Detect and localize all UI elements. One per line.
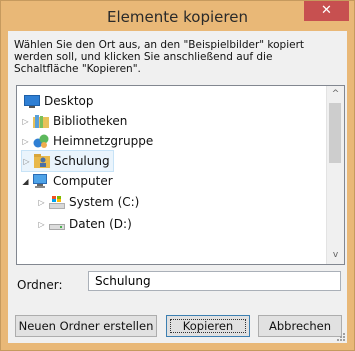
scroll-down-icon[interactable]: v xyxy=(327,247,344,264)
new-folder-button[interactable]: Neuen Ordner erstellen xyxy=(15,315,157,337)
tree-item-daten-d[interactable]: ▷ Daten (D:) xyxy=(37,214,132,234)
expand-arrow-icon[interactable]: ▷ xyxy=(21,117,30,126)
expand-arrow-icon[interactable]: ▷ xyxy=(37,198,46,207)
close-button[interactable]: ✕ xyxy=(304,1,349,21)
tree-item-label: Heimnetzgruppe xyxy=(53,134,154,148)
instruction-text: Wählen Sie den Ort aus, an den "Beispiel… xyxy=(14,39,305,75)
folder-label: Ordner: xyxy=(17,278,63,292)
libraries-icon xyxy=(32,114,50,128)
tree-item-label: Bibliotheken xyxy=(53,114,128,128)
tree-item-desktop[interactable]: Desktop xyxy=(21,91,94,111)
desktop-icon xyxy=(23,94,41,108)
copy-items-dialog: Elemente kopieren ✕ Wählen Sie den Ort a… xyxy=(0,0,355,351)
collapse-arrow-icon[interactable]: ◢ xyxy=(21,177,30,186)
tree-item-system-c[interactable]: ▷ System (C:) xyxy=(37,192,139,212)
resize-grip-icon[interactable] xyxy=(337,333,345,341)
title-bar[interactable]: Elemente kopieren ✕ xyxy=(1,1,354,31)
cancel-button[interactable]: Abbrechen xyxy=(258,315,342,337)
user-folder-icon xyxy=(33,154,51,168)
system-drive-icon xyxy=(48,195,66,209)
dialog-body: Wählen Sie den Ort aus, an den "Beispiel… xyxy=(8,31,347,343)
tree-item-label: Schulung xyxy=(54,154,110,168)
tree-item-schulung[interactable]: ▷ Schulung xyxy=(21,150,114,172)
expand-arrow-icon[interactable]: ▷ xyxy=(21,137,30,146)
dialog-title: Elemente kopieren xyxy=(107,8,248,26)
folder-name-input[interactable] xyxy=(88,271,341,291)
copy-button[interactable]: Kopieren xyxy=(166,315,250,337)
tree-item-heimnetzgruppe[interactable]: ▷ Heimnetzgruppe xyxy=(21,131,153,151)
vertical-scrollbar[interactable]: ^ v xyxy=(326,86,344,264)
homegroup-icon xyxy=(32,134,50,148)
expand-arrow-icon[interactable]: ▷ xyxy=(37,220,46,229)
tree-item-label: Daten (D:) xyxy=(69,217,132,231)
drive-icon xyxy=(48,217,66,231)
tree-item-label: System (C:) xyxy=(69,195,140,209)
scroll-thumb[interactable] xyxy=(329,103,341,163)
tree-item-bibliotheken[interactable]: ▷ Bibliotheken xyxy=(21,111,127,131)
focus-rectangle xyxy=(170,319,246,333)
scroll-up-icon[interactable]: ^ xyxy=(327,86,344,103)
computer-icon xyxy=(32,174,50,188)
tree-item-label: Desktop xyxy=(44,94,94,108)
tree-item-computer[interactable]: ◢ Computer xyxy=(21,171,113,191)
folder-tree[interactable]: Desktop ▷ Bibliotheken ▷ Heimnetzgruppe xyxy=(16,85,345,265)
tree-item-label: Computer xyxy=(53,174,113,188)
expand-arrow-icon[interactable]: ▷ xyxy=(22,157,31,166)
